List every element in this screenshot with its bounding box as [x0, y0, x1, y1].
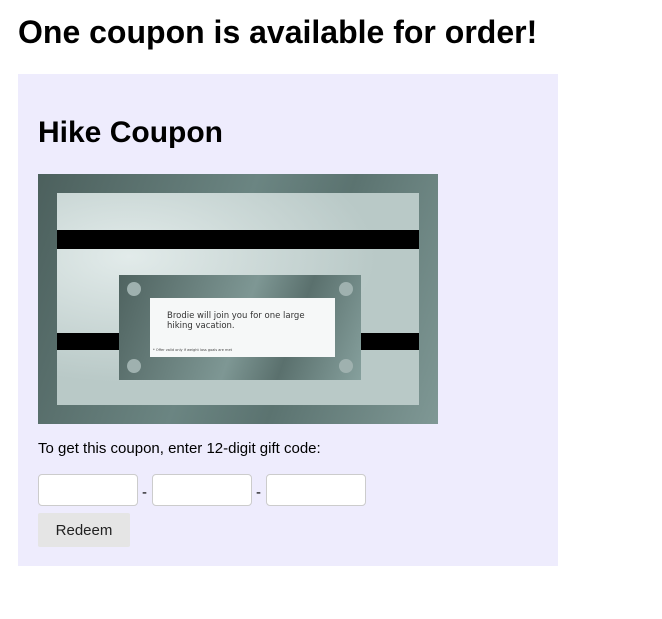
coupon-panel: Hike Coupon Brodie will join you for one…: [18, 74, 558, 566]
coupon-plate: Brodie will join you for one large hikin…: [119, 275, 361, 380]
bolt-icon: [127, 359, 141, 373]
gift-code-field-2[interactable]: [152, 474, 252, 506]
coupon-image: Brodie will join you for one large hikin…: [38, 174, 438, 424]
bolt-icon: [339, 282, 353, 296]
gift-code-field-3[interactable]: [266, 474, 366, 506]
bolt-icon: [339, 359, 353, 373]
instruction-text: To get this coupon, enter 12-digit gift …: [38, 440, 321, 457]
separator: -: [256, 484, 261, 501]
separator: -: [142, 484, 147, 501]
coupon-fine-print: * Offer valid only if weight loss goals …: [153, 348, 232, 352]
coupon-title: Hike Coupon: [38, 116, 223, 149]
stripe: [57, 230, 419, 249]
page-title: One coupon is available for order!: [18, 14, 538, 50]
redeem-button[interactable]: Redeem: [38, 513, 130, 547]
coupon-label: Brodie will join you for one large hikin…: [150, 298, 335, 357]
gift-code-field-1[interactable]: [38, 474, 138, 506]
coupon-message: Brodie will join you for one large hikin…: [167, 311, 305, 331]
bolt-icon: [127, 282, 141, 296]
